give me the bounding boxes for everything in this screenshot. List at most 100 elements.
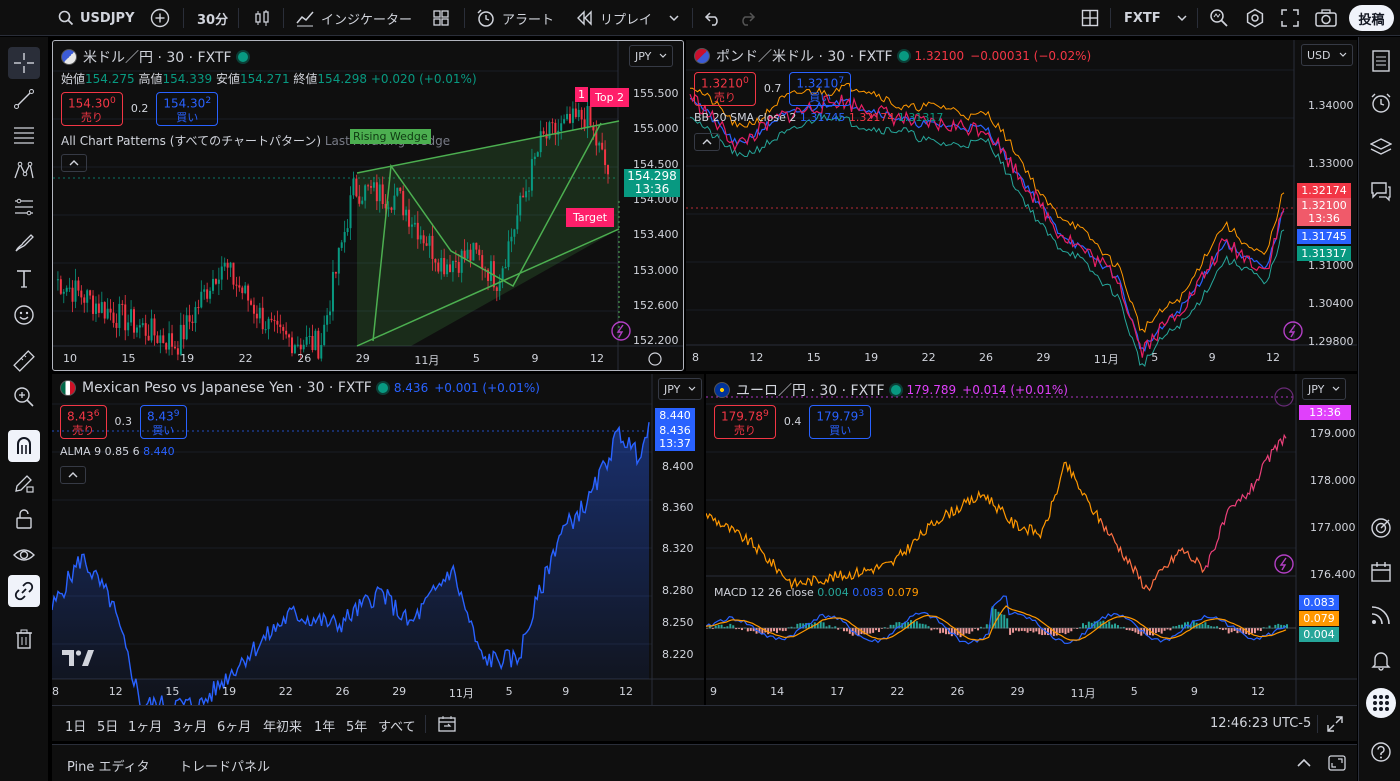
gbpusd-buy-button[interactable]: 1.32107 買い (789, 72, 852, 106)
calendar-button[interactable] (1366, 557, 1396, 587)
object-tree-button[interactable] (1366, 132, 1396, 162)
emoji-tool[interactable] (8, 299, 40, 331)
chart-pane-gbpusd[interactable]: ポンド／米ドル · 30 · FXTF 1.32100 −0.00031 (−0… (686, 40, 1357, 371)
range-all[interactable]: すべて (378, 716, 416, 735)
range-ytd[interactable]: 年初来 (263, 716, 302, 735)
gbpusd-sell-button[interactable]: 1.32100 売り (694, 72, 756, 106)
mxnjpy-collapse-button[interactable] (60, 466, 86, 484)
chart-pane-usdjpy[interactable]: 米ドル／円 · 30 · FXTF 始値154.275 高値154.339 安値… (52, 40, 684, 371)
clock[interactable]: 12:46:23 UTC-5 (1210, 716, 1311, 731)
wedge-pattern-label: Rising Wedge (350, 129, 431, 144)
text-tool[interactable] (8, 263, 40, 295)
mxnjpy-currency-select[interactable]: JPY (658, 378, 703, 400)
alerts-panel-button[interactable] (1366, 88, 1396, 118)
range-1d[interactable]: 1日 (65, 716, 86, 735)
lock-drawings-tool[interactable] (8, 503, 40, 535)
signals-button[interactable] (1366, 513, 1396, 543)
interval-button[interactable]: 30分 (197, 5, 228, 31)
brush-icon (15, 234, 34, 252)
chart-pane-mxnjpy[interactable]: Mexican Peso vs Japanese Yen · 30 · FXTF… (52, 374, 704, 705)
eurjpy-macd-legend[interactable]: MACD 12 26 close 0.004 0.083 0.079 (714, 586, 919, 599)
x-axis-tick: 22 (921, 351, 936, 364)
help-button[interactable] (1366, 737, 1396, 767)
products-button[interactable] (1366, 688, 1396, 718)
fullscreen-button[interactable] (1281, 5, 1299, 31)
gbpusd-currency-select[interactable]: USD (1301, 44, 1353, 66)
gbpusd-title[interactable]: ポンド／米ドル · 30 · FXTF (716, 46, 893, 66)
fib-tool[interactable] (8, 119, 40, 151)
undo-button[interactable] (704, 5, 722, 31)
compare-button[interactable] (150, 5, 170, 31)
eurjpy-price-line-pink (1203, 433, 1287, 570)
usdjpy-sell-button[interactable]: 154.300 売り (61, 92, 123, 126)
quick-search-button[interactable] (1209, 5, 1229, 31)
chat-button[interactable] (1366, 176, 1396, 206)
tab-pine-editor[interactable]: Pine エディタ (67, 756, 150, 775)
usdjpy-collapse-button[interactable] (61, 154, 87, 172)
projection-tool[interactable] (8, 191, 40, 223)
range-3m[interactable]: 3ヶ月 (173, 716, 207, 735)
tab-trading-panel[interactable]: トレードパネル (179, 756, 270, 775)
y-axis-tick: 179.000 (1310, 427, 1356, 440)
settings-button[interactable] (1245, 5, 1265, 31)
news-button[interactable] (1366, 600, 1396, 630)
replay-button[interactable]: リプレイ (576, 5, 652, 31)
brush-tool[interactable] (8, 227, 40, 259)
stay-drawing-tool[interactable] (8, 467, 40, 499)
crosshair-tool[interactable] (8, 47, 40, 79)
eurjpy-sell-button[interactable]: 179.789 売り (714, 405, 776, 439)
measure-tool[interactable] (8, 345, 40, 377)
range-1y[interactable]: 1年 (314, 716, 335, 735)
search-icon (58, 10, 74, 26)
mxnjpy-sell-button[interactable]: 8.436 売り (60, 405, 107, 439)
redo-button[interactable] (738, 5, 756, 31)
expand-icon[interactable] (1327, 716, 1343, 732)
range-1m[interactable]: 1ヶ月 (128, 716, 162, 735)
range-5y[interactable]: 5年 (346, 716, 367, 735)
replay-dropdown[interactable] (668, 5, 680, 31)
trend-line-tool[interactable] (8, 83, 40, 115)
usdjpy-title[interactable]: 米ドル／円 · 30 · FXTF (83, 47, 232, 67)
symbol-search-button[interactable]: USDJPY (58, 5, 135, 31)
watchlist-button[interactable] (1366, 46, 1396, 76)
x-axis-tick: 11月 (414, 354, 440, 367)
gbpusd-collapse-button[interactable] (694, 133, 720, 151)
range-6m[interactable]: 6ヶ月 (217, 716, 251, 735)
chat-bubble-icon (1371, 182, 1391, 202)
chart-pane-eurjpy[interactable]: ユーロ／円 · 30 · FXTF 179.789 +0.014 (+0.01%… (706, 374, 1357, 705)
fullscreen-icon (1281, 9, 1299, 27)
eurjpy-buy-button[interactable]: 179.793 買い (809, 405, 872, 439)
axis-settings-icon (648, 352, 662, 366)
chevron-up-icon[interactable] (1296, 757, 1312, 769)
maximize-panel-icon[interactable] (1328, 755, 1346, 771)
zoom-tool[interactable] (8, 381, 40, 413)
pattern-tool[interactable] (8, 155, 40, 187)
layout-select-button[interactable] (1081, 5, 1099, 31)
publish-button[interactable]: 投稿 (1349, 5, 1394, 31)
x-axis-tick: 5 (1130, 685, 1138, 698)
eurjpy-title[interactable]: ユーロ／円 · 30 · FXTF (736, 380, 885, 400)
chart-type-button[interactable] (253, 5, 271, 31)
hide-drawings-tool[interactable] (8, 539, 40, 571)
go-to-date-icon[interactable] (437, 714, 457, 734)
mxnjpy-buy-button[interactable]: 8.439 買い (140, 405, 187, 439)
layouts-button[interactable] (432, 5, 450, 31)
broker-dropdown[interactable] (1176, 5, 1188, 31)
magnet-tool[interactable] (8, 430, 40, 462)
remove-drawings-tool[interactable] (8, 623, 40, 655)
sync-drawings-tool[interactable] (8, 575, 40, 607)
broker-button[interactable]: FXTF (1124, 5, 1161, 31)
indicators-button[interactable]: インジケーター (295, 5, 412, 31)
alert-button[interactable]: アラート (476, 5, 554, 31)
notifications-button[interactable] (1366, 645, 1396, 675)
gbpusd-bb-legend[interactable]: BB 20 SMA close 2 1.31745 1.32174 1.3131… (694, 111, 943, 124)
eurjpy-currency-select[interactable]: JPY (1302, 378, 1347, 400)
snapshot-button[interactable] (1315, 5, 1337, 31)
alma-value-tag: 8.440 (655, 408, 695, 423)
mxnjpy-title[interactable]: Mexican Peso vs Japanese Yen · 30 · FXTF (82, 380, 372, 396)
range-5d[interactable]: 5日 (97, 716, 118, 735)
mxnjpy-alma-legend[interactable]: ALMA 9 0.85 6 8.440 (60, 445, 175, 458)
x-axis-tick: 9 (562, 685, 570, 698)
usdjpy-buy-button[interactable]: 154.302 買い (156, 92, 219, 126)
usdjpy-currency-select[interactable]: JPY (629, 45, 674, 67)
